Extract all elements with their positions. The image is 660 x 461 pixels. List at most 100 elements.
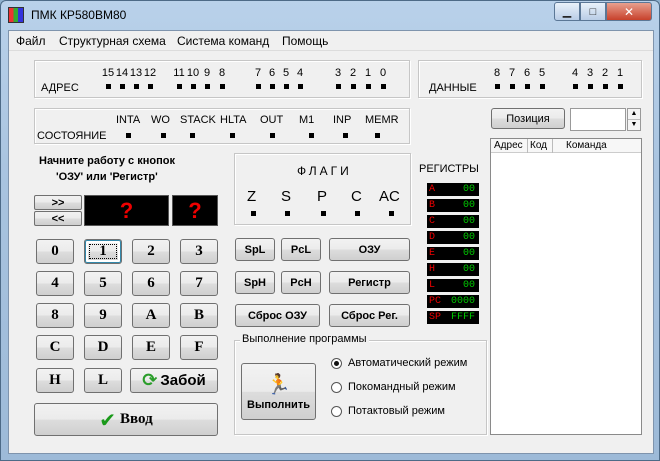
register-d: D 00 [427,231,479,244]
mode-radio[interactable] [331,406,342,417]
key-5[interactable]: 5 [84,271,122,296]
key-7[interactable]: 7 [180,271,218,296]
run-button[interactable]: 🏃 Выполнить [241,363,316,420]
key-0[interactable]: 0 [36,239,74,264]
address-bit-label: 14 [115,67,129,79]
address-bit-label: 15 [101,67,115,79]
maximize-button[interactable]: □ [580,2,606,21]
program-listing[interactable]: Адрес Код Команда [490,138,642,435]
data-bit-led [510,84,515,89]
menu-instruction-set[interactable]: Система команд [177,34,269,48]
column-address[interactable]: Адрес [494,140,523,151]
address-bit-led [106,84,111,89]
menu-structure[interactable]: Структурная схема [59,34,166,48]
column-code[interactable]: Код [530,140,547,151]
flag-led [251,211,256,216]
key-4[interactable]: 4 [36,271,74,296]
address-bit-label: 12 [143,67,157,79]
key-b[interactable]: B [180,303,218,328]
key-d[interactable]: D [84,335,122,360]
address-bit-led [220,84,225,89]
key-3[interactable]: 3 [180,239,218,264]
key-6[interactable]: 6 [132,271,170,296]
data-bit-label: 8 [493,67,501,79]
state-signal-led [190,133,195,138]
pcl-button[interactable]: PcL [281,238,321,261]
data-bit-led [618,84,623,89]
minimize-button[interactable]: ▁ [554,2,580,21]
register-pc: PC 0000 [427,295,479,308]
spin-down-icon[interactable]: ▼ [628,120,640,130]
close-button[interactable]: ✕ [606,2,652,21]
client-area: Файл Структурная схема Система команд По… [8,30,654,454]
register-a: A 00 [427,183,479,196]
state-signal-label: INTA [116,114,141,126]
register-value: 00 [462,264,475,275]
spl-button[interactable]: SpL [235,238,275,261]
register-name: A [429,184,436,195]
menu-help[interactable]: Помощь [282,34,328,48]
back-button[interactable]: << [34,211,82,226]
checkmark-icon: ✔ [99,407,117,432]
mode-radio[interactable] [331,382,342,393]
state-label: СОСТОЯНИЕ [37,130,107,142]
position-spinner[interactable]: ▲ ▼ [627,108,641,131]
register-b: B 00 [427,199,479,212]
forward-button[interactable]: >> [34,195,82,210]
mode-radio[interactable] [331,358,342,369]
mode-label[interactable]: Покомандный режим [348,381,456,393]
pch-button[interactable]: PcH [281,271,321,294]
key-f[interactable]: F [180,335,218,360]
address-bit-label: 13 [129,67,143,79]
data-bit-label: 6 [523,67,531,79]
reset-ozu-button[interactable]: Сброс ОЗУ [235,304,320,327]
key-1[interactable]: 1 [84,239,122,264]
spin-up-icon[interactable]: ▲ [628,109,640,120]
register-button[interactable]: Регистр [329,271,410,294]
register-name: H [429,264,436,275]
key-9[interactable]: 9 [84,303,122,328]
state-signal-led [309,133,314,138]
address-bit-led [148,84,153,89]
address-panel: АДРЕС 15 14 13 12 11 10 9 8 7 6 5 4 3 2 1 0 [34,60,410,98]
position-button[interactable]: Позиция [491,108,565,129]
zaboy-button[interactable]: ⟳ Забой [130,368,218,393]
register-value: 00 [462,184,475,195]
sph-button[interactable]: SpH [235,271,275,294]
address-display: ? [84,195,169,226]
hint-line-1: Начните работу с кнопок [39,155,175,167]
flag-label: AC [379,188,400,205]
state-signal-label: INP [333,114,352,126]
state-signal-led [161,133,166,138]
mode-label[interactable]: Потактовый режим [348,405,445,417]
address-bit-led [256,84,261,89]
key-h[interactable]: H [36,368,74,393]
run-label: Выполнить [247,398,310,411]
reset-reg-button[interactable]: Сброс Рег. [329,304,410,327]
data-bit-led [573,84,578,89]
enter-button[interactable]: ✔ Ввод [34,403,218,436]
mode-label[interactable]: Автоматический режим [348,357,467,369]
register-c: C 00 [427,215,479,228]
column-command[interactable]: Команда [566,140,607,151]
flag-led [321,211,326,216]
register-name: B [429,200,436,211]
key-l[interactable]: L [84,368,122,393]
app-icon [8,7,24,23]
ozu-button[interactable]: ОЗУ [329,238,410,261]
state-signal-led [126,133,131,138]
data-bit-label: 1 [616,67,624,79]
register-value: FFFF [450,312,475,323]
key-a[interactable]: A [132,303,170,328]
title-bar[interactable]: ПМК КР580ВМ80 ▁ □ ✕ [1,1,659,30]
data-bit-led [588,84,593,89]
address-bit-led [336,84,341,89]
address-label: АДРЕС [41,82,79,94]
address-bit-label: 7 [254,67,262,79]
key-8[interactable]: 8 [36,303,74,328]
key-c[interactable]: C [36,335,74,360]
menu-file[interactable]: Файл [16,34,46,48]
position-input[interactable] [570,108,626,131]
key-2[interactable]: 2 [132,239,170,264]
key-e[interactable]: E [132,335,170,360]
